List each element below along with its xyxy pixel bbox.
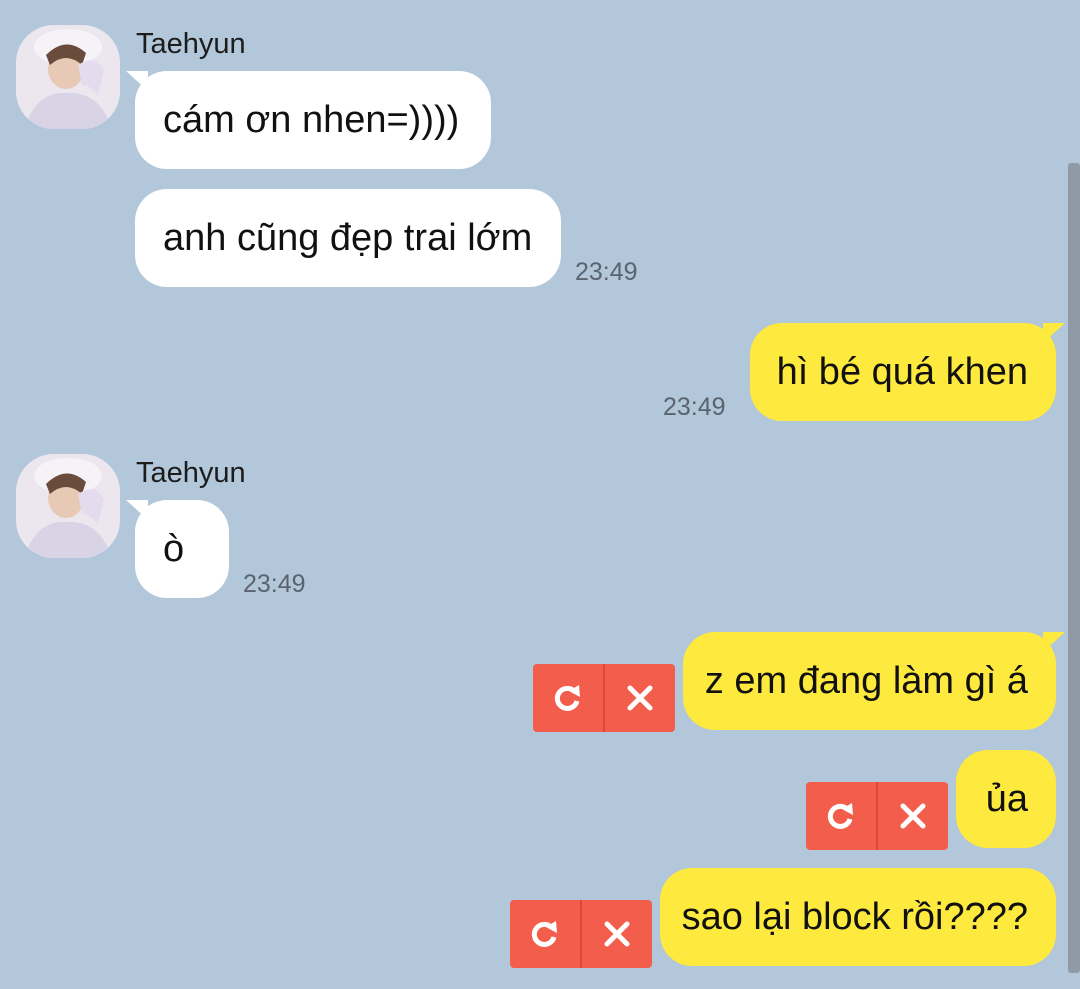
message-bubble-incoming[interactable]: anh cũng đẹp trai lớm [135,189,561,287]
failed-message-actions [510,900,652,968]
bubble-tail [126,500,148,520]
retry-icon [531,921,557,947]
message-text: ủa [985,778,1028,820]
failed-message-actions [806,782,948,850]
message-bubble-incoming[interactable]: cám ơn nhen=)))) [126,71,491,169]
message-time: 23:49 [575,258,638,286]
sender-name: Taehyun [136,28,246,60]
message-text: sao lại block rồi???? [681,896,1028,938]
message-text: z em đang làm gì á [704,660,1028,702]
message-text: anh cũng đẹp trai lớm [163,217,533,259]
scrollbar[interactable] [1068,163,1080,973]
message-text: cám ơn nhen=)))) [163,99,460,141]
retry-button[interactable] [806,782,876,850]
bubble-tail [126,71,148,91]
message-bubble-incoming[interactable]: ò [126,500,229,598]
message-bubble-outgoing[interactable]: z em đang làm gì á [683,632,1065,730]
close-icon [900,803,926,829]
message-time: 23:49 [663,393,726,421]
close-icon [627,685,653,711]
message-bubble-outgoing[interactable]: hì bé quá khen [750,323,1065,421]
avatar-image [16,454,120,558]
message-bubble-outgoing[interactable]: sao lại block rồi???? [660,868,1056,966]
close-icon [604,921,630,947]
retry-button[interactable] [533,664,603,732]
retry-icon [827,803,853,829]
avatar-image [16,25,120,129]
retry-icon [554,685,580,711]
failed-message-actions [533,664,675,732]
delete-button[interactable] [580,900,652,968]
avatar[interactable] [16,25,120,129]
message-text: hì bé quá khen [776,351,1028,393]
delete-button[interactable] [876,782,948,850]
message-bubble-outgoing[interactable]: ủa [956,750,1056,848]
retry-button[interactable] [510,900,580,968]
bubble-tail [1043,323,1065,343]
sender-name: Taehyun [136,457,246,489]
message-text: ò [163,528,185,570]
avatar[interactable] [16,454,120,558]
bubble-tail [1043,632,1065,652]
message-time: 23:49 [243,570,306,598]
delete-button[interactable] [603,664,675,732]
